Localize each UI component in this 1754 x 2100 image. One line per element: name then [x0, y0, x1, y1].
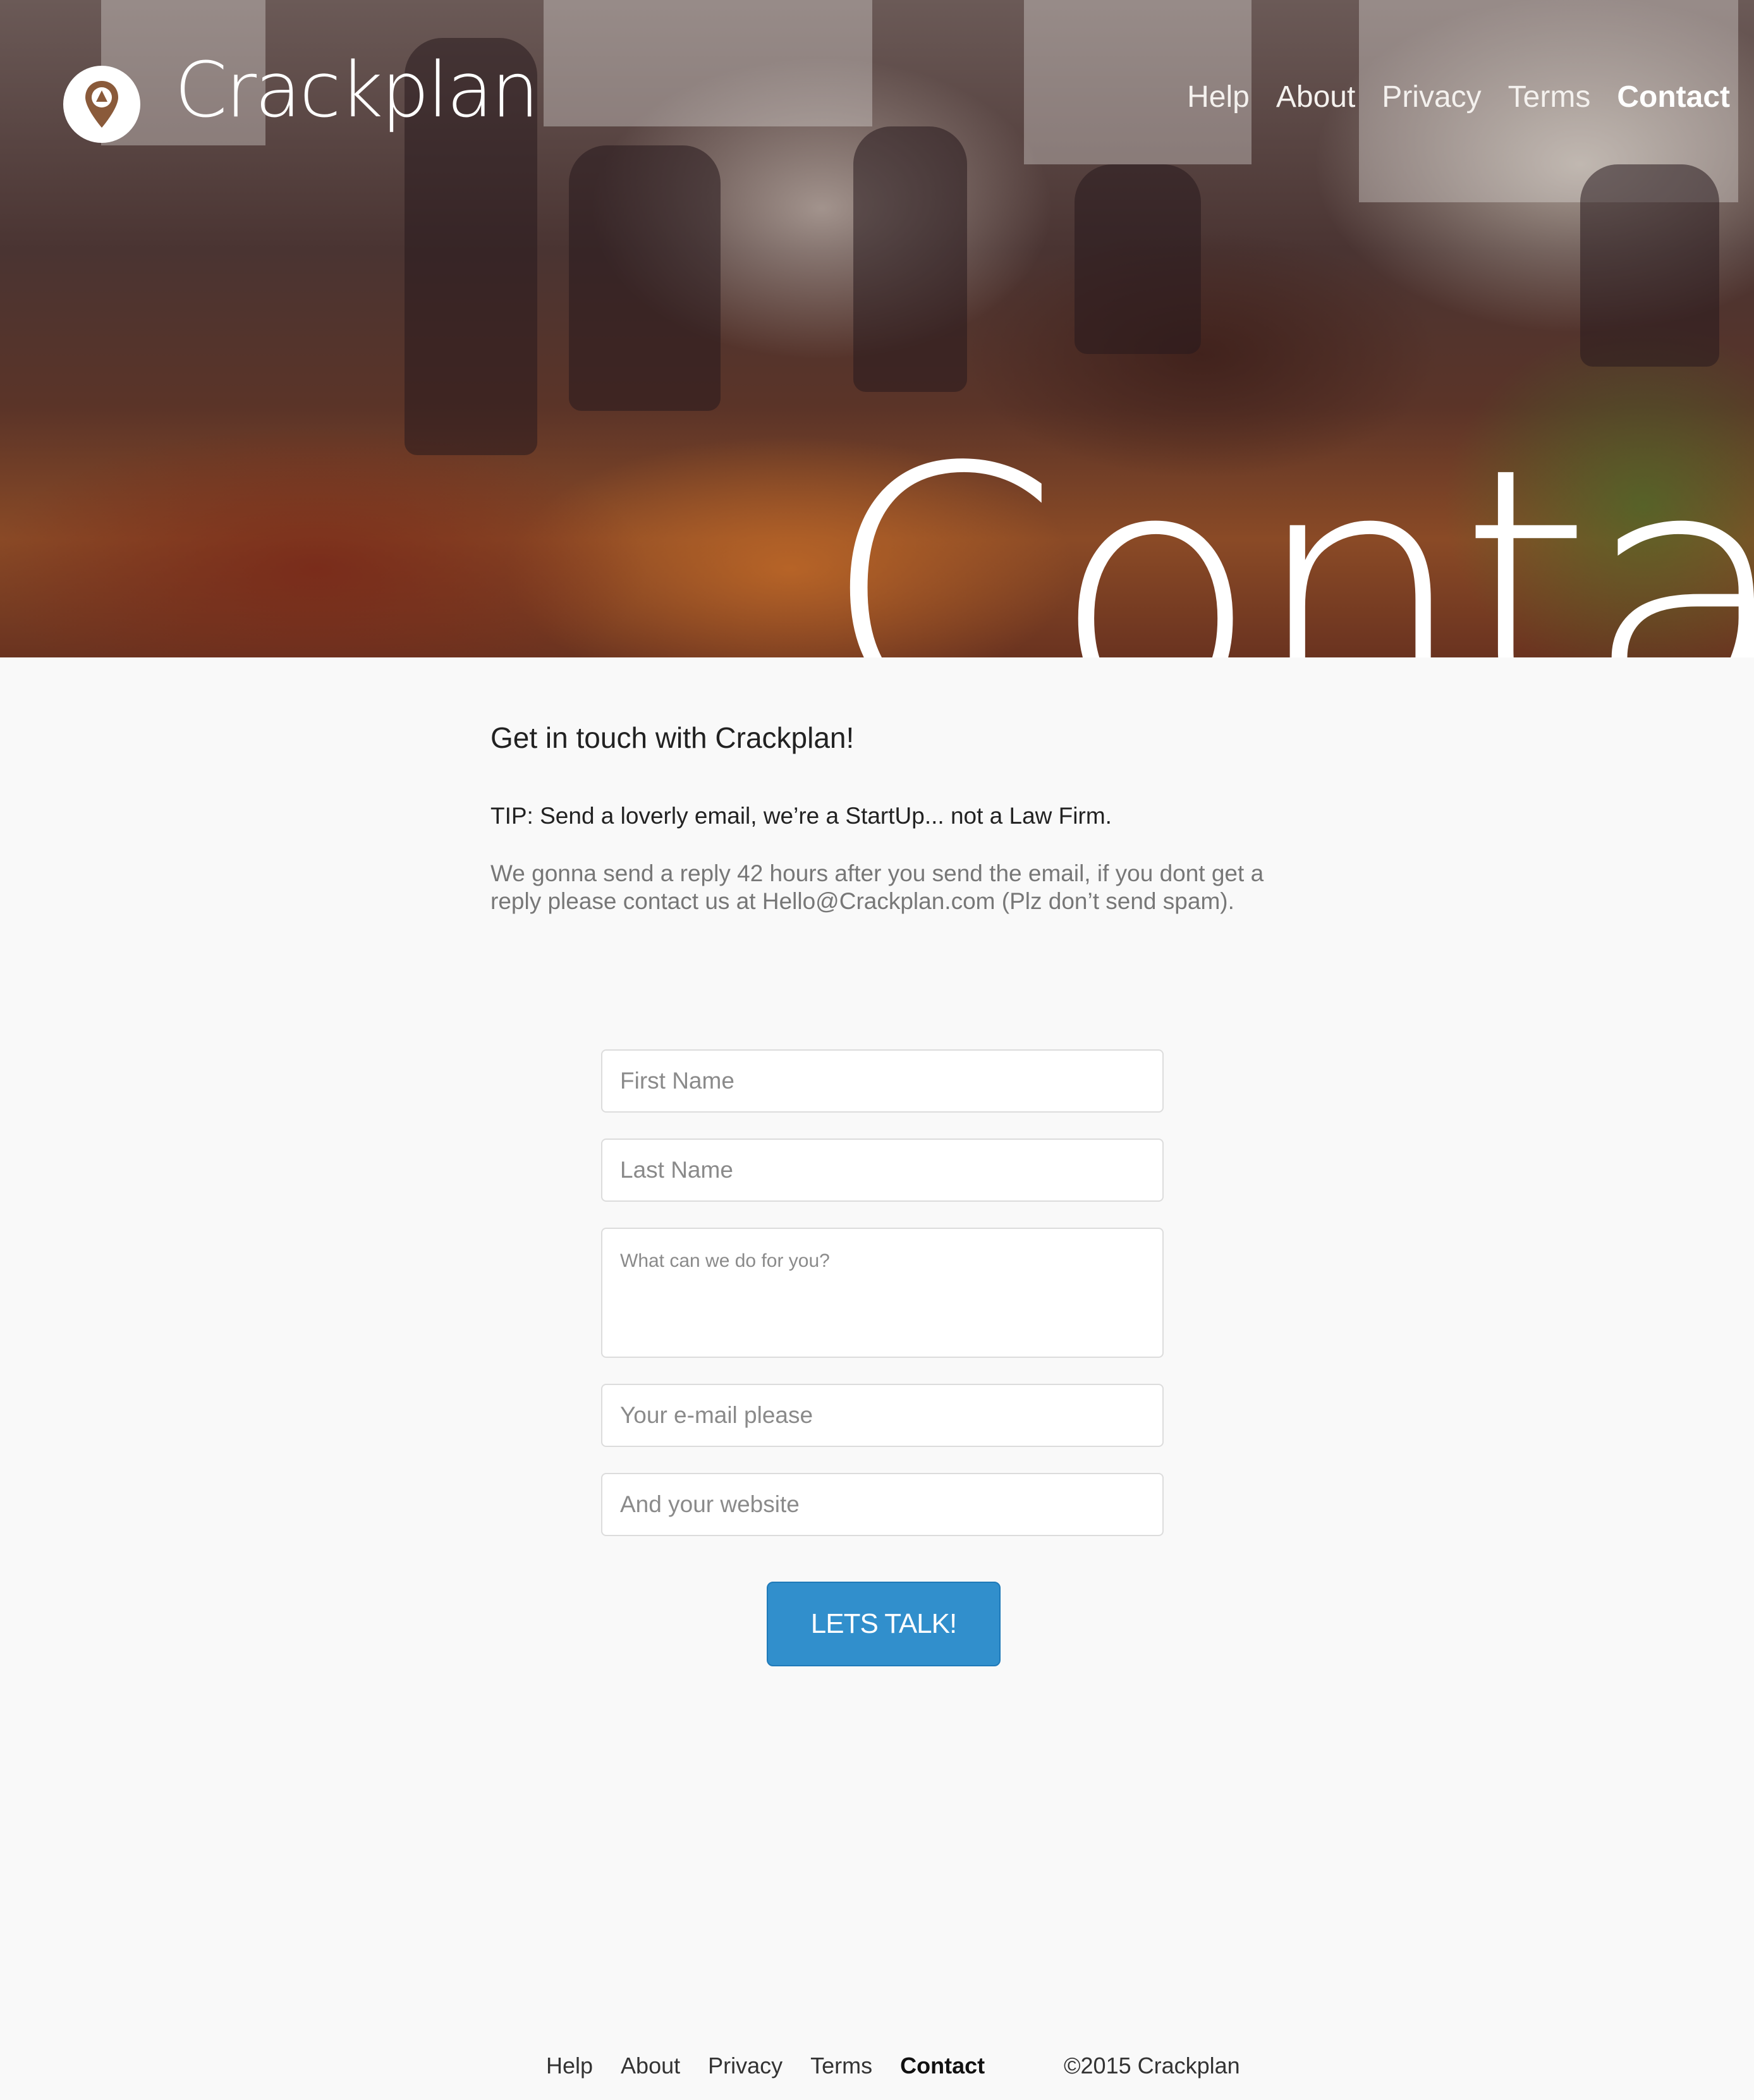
hero-background-figure	[1075, 164, 1201, 354]
hero-banner: Crackplan Help About Privacy Terms Conta…	[0, 0, 1754, 657]
hero-background-figure	[569, 145, 721, 411]
footer-nav-contact[interactable]: Contact	[900, 2054, 985, 2077]
hero-title: Contact	[822, 396, 1754, 657]
copyright: ©2015 Crackplan	[1064, 2053, 1240, 2079]
footer-nav-privacy[interactable]: Privacy	[708, 2054, 783, 2077]
lets-talk-button[interactable]: LETS TALK!	[767, 1582, 1001, 1666]
map-pin-icon	[85, 81, 118, 128]
brand-name[interactable]: Crackplan	[174, 53, 539, 129]
footer-nav: Help About Privacy Terms Contact	[546, 2054, 1013, 2077]
message-textarea[interactable]	[601, 1228, 1164, 1358]
hero-background-figure	[1580, 164, 1719, 367]
nav-about[interactable]: About	[1276, 82, 1355, 113]
first-name-input[interactable]	[601, 1049, 1164, 1113]
nav-help[interactable]: Help	[1187, 82, 1250, 113]
nav-terms[interactable]: Terms	[1508, 82, 1591, 113]
intro-section: Get in touch with Crackplan! TIP: Send a…	[490, 721, 1312, 915]
intro-heading: Get in touch with Crackplan!	[490, 721, 855, 754]
email-input[interactable]	[601, 1384, 1164, 1447]
contact-form	[601, 1049, 1164, 1562]
last-name-input[interactable]	[601, 1139, 1164, 1202]
intro-text: We gonna send a reply 42 hours after you…	[490, 860, 1264, 914]
hero-background-window	[544, 0, 872, 126]
footer-nav-about[interactable]: About	[621, 2054, 680, 2077]
hero-background-figure	[853, 126, 967, 392]
nav-privacy[interactable]: Privacy	[1382, 82, 1481, 113]
logo[interactable]	[63, 66, 140, 143]
footer-nav-terms[interactable]: Terms	[810, 2054, 872, 2077]
intro-tip: TIP: Send a loverly email, we’re a Start…	[490, 803, 1112, 829]
main-nav: Help About Privacy Terms Contact	[1160, 82, 1730, 113]
nav-contact[interactable]: Contact	[1617, 82, 1730, 113]
footer-nav-help[interactable]: Help	[546, 2054, 593, 2077]
website-input[interactable]	[601, 1473, 1164, 1536]
